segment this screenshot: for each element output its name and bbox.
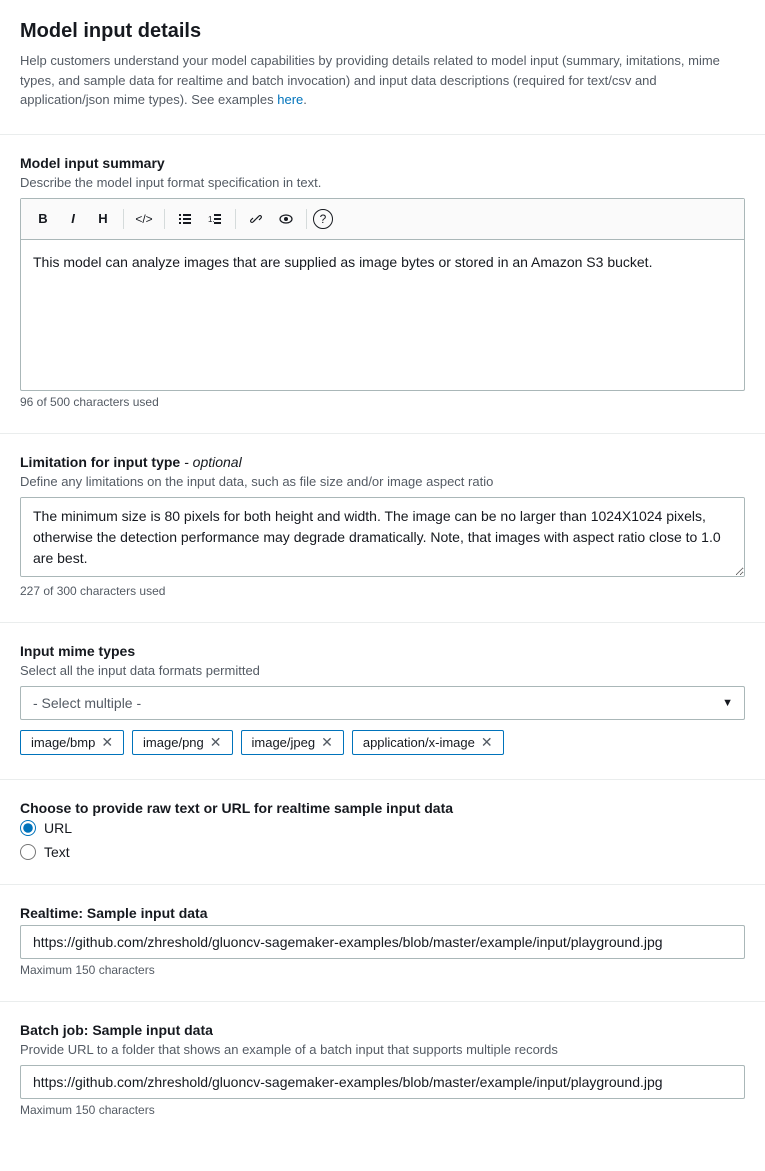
model-input-summary-section: Model input summary Describe the model i… — [20, 155, 745, 409]
rte-content[interactable]: This model can analyze images that are s… — [21, 240, 744, 390]
realtime-sample-max-chars: Maximum 150 characters — [20, 963, 745, 977]
section-divider-3 — [0, 622, 765, 623]
batch-sample-max-chars: Maximum 150 characters — [20, 1103, 745, 1117]
tag-image-jpeg: image/jpeg ✕ — [241, 730, 344, 755]
tag-image-jpeg-remove[interactable]: ✕ — [321, 735, 333, 749]
code-button[interactable]: </> — [130, 205, 158, 233]
page-container: Model input details Help customers under… — [0, 0, 765, 1171]
text-radio-label: Text — [44, 844, 70, 860]
tag-image-jpeg-label: image/jpeg — [252, 735, 316, 750]
rte-container: B I H </> — [20, 198, 745, 391]
mime-types-label: Input mime types — [20, 643, 745, 659]
unordered-list-button[interactable] — [171, 205, 199, 233]
tag-image-bmp-remove[interactable]: ✕ — [101, 735, 113, 749]
sample-input-radio-group: URL Text — [20, 820, 745, 860]
limitation-label: Limitation for input type - optional — [20, 454, 745, 470]
mime-types-select-container: - Select multiple - ▼ — [20, 686, 745, 720]
realtime-sample-input[interactable] — [20, 925, 745, 959]
examples-link[interactable]: here — [277, 92, 303, 107]
model-input-summary-char-count: 96 of 500 characters used — [20, 395, 745, 409]
model-input-summary-label: Model input summary — [20, 155, 745, 171]
section-divider — [0, 134, 765, 135]
tag-application-x-image: application/x-image ✕ — [352, 730, 504, 755]
batch-sample-section: Batch job: Sample input data Provide URL… — [20, 1022, 745, 1117]
tag-image-bmp: image/bmp ✕ — [20, 730, 124, 755]
limitation-textarea[interactable] — [20, 497, 745, 577]
link-button[interactable] — [242, 205, 270, 233]
page-description: Help customers understand your model cap… — [20, 51, 745, 110]
limitation-optional-label: - optional — [184, 454, 242, 470]
section-divider-2 — [0, 433, 765, 434]
url-radio-input[interactable] — [20, 820, 36, 836]
heading-button[interactable]: H — [89, 205, 117, 233]
url-radio-option[interactable]: URL — [20, 820, 745, 836]
text-radio-input[interactable] — [20, 844, 36, 860]
mime-types-sublabel: Select all the input data formats permit… — [20, 663, 745, 678]
mime-types-tags: image/bmp ✕ image/png ✕ image/jpeg ✕ app… — [20, 730, 745, 755]
toolbar-separator-1 — [123, 209, 124, 229]
italic-button[interactable]: I — [59, 205, 87, 233]
preview-button[interactable] — [272, 205, 300, 233]
mime-types-select[interactable]: - Select multiple - — [20, 686, 745, 720]
sample-input-type-label: Choose to provide raw text or URL for re… — [20, 800, 745, 816]
tag-application-x-image-label: application/x-image — [363, 735, 475, 750]
rte-toolbar: B I H </> — [21, 199, 744, 240]
toolbar-separator-2 — [164, 209, 165, 229]
tag-application-x-image-remove[interactable]: ✕ — [481, 735, 493, 749]
sample-input-type-section: Choose to provide raw text or URL for re… — [20, 800, 745, 860]
realtime-sample-section: Realtime: Sample input data Maximum 150 … — [20, 905, 745, 977]
section-divider-6 — [0, 1001, 765, 1002]
batch-sample-sublabel: Provide URL to a folder that shows an ex… — [20, 1042, 745, 1057]
batch-sample-input[interactable] — [20, 1065, 745, 1099]
realtime-sample-label: Realtime: Sample input data — [20, 905, 745, 921]
bold-button[interactable]: B — [29, 205, 57, 233]
text-radio-option[interactable]: Text — [20, 844, 745, 860]
limitation-section: Limitation for input type - optional Def… — [20, 454, 745, 598]
help-button[interactable]: ? — [313, 209, 333, 229]
url-radio-label: URL — [44, 820, 72, 836]
tag-image-png: image/png ✕ — [132, 730, 232, 755]
toolbar-separator-3 — [235, 209, 236, 229]
svg-text:1.: 1. — [208, 215, 215, 224]
section-divider-5 — [0, 884, 765, 885]
toolbar-separator-4 — [306, 209, 307, 229]
tag-image-png-remove[interactable]: ✕ — [210, 735, 222, 749]
batch-sample-label: Batch job: Sample input data — [20, 1022, 745, 1038]
page-title: Model input details — [20, 20, 745, 43]
tag-image-png-label: image/png — [143, 735, 204, 750]
model-input-summary-sublabel: Describe the model input format specific… — [20, 175, 745, 190]
section-divider-4 — [0, 779, 765, 780]
mime-types-section: Input mime types Select all the input da… — [20, 643, 745, 755]
limitation-sublabel: Define any limitations on the input data… — [20, 474, 745, 489]
tag-image-bmp-label: image/bmp — [31, 735, 95, 750]
limitation-char-count: 227 of 300 characters used — [20, 584, 745, 598]
ordered-list-button[interactable]: 1. — [201, 205, 229, 233]
